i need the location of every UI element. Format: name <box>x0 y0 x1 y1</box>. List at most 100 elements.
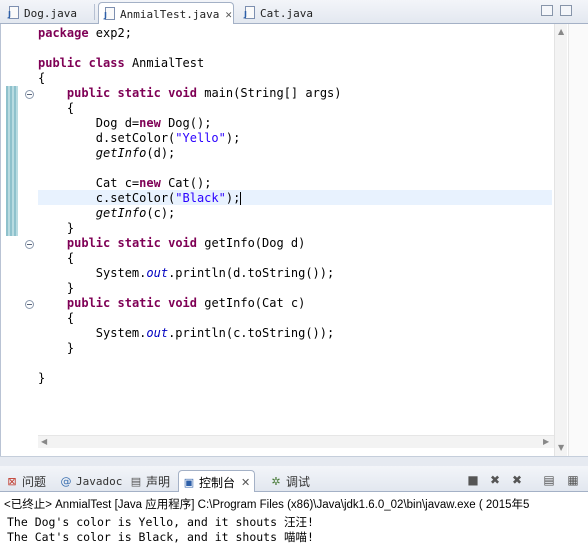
tab-anmialtest-java[interactable]: J AnmialTest.java ✕ <box>98 2 234 25</box>
remove-all-launches-icon[interactable]: ✖ <box>510 473 524 487</box>
code-line[interactable]: Cat c=new Cat(); <box>38 176 342 191</box>
code-token: new <box>139 176 161 190</box>
code-token: } <box>38 371 46 385</box>
code-token: static <box>117 296 161 310</box>
code-line[interactable]: public static void main(String[] args) <box>38 86 342 101</box>
code-line[interactable]: } <box>38 371 342 386</box>
code-token: public <box>66 296 111 310</box>
code-editor[interactable]: package exp2; public class AnmialTest{ p… <box>0 24 588 456</box>
code-line[interactable]: System.out.println(d.toString()); <box>38 266 342 281</box>
code-token: public <box>66 86 111 100</box>
fold-toggle-icon[interactable] <box>25 300 34 309</box>
code-token: exp2; <box>88 26 132 40</box>
horizontal-scrollbar[interactable]: ◀ ▶ <box>38 435 554 448</box>
code-token: Cat(); <box>160 176 212 190</box>
code-line[interactable]: { <box>38 251 342 266</box>
terminate-icon[interactable]: ■ <box>466 473 480 487</box>
tab-label: 问题 <box>22 474 47 489</box>
console-icon: ▣ <box>183 475 195 489</box>
close-tab-icon[interactable]: ✕ <box>225 8 232 21</box>
source-code[interactable]: package exp2; public class AnmialTest{ p… <box>38 26 342 386</box>
code-token: getInfo <box>95 206 147 220</box>
code-line[interactable] <box>38 41 342 56</box>
code-line[interactable]: } <box>38 341 342 356</box>
code-line[interactable]: public static void getInfo(Dog d) <box>38 236 342 251</box>
code-token: getInfo(Dog d) <box>197 236 306 250</box>
code-token: { <box>38 71 46 85</box>
code-token: } <box>38 281 75 295</box>
code-token: static <box>117 236 161 250</box>
code-line[interactable]: } <box>38 221 342 236</box>
tab-declaration[interactable]: ▤ 声明 <box>126 470 170 492</box>
code-line[interactable]: Dog d=new Dog(); <box>38 116 342 131</box>
tab-label: AnmialTest.java <box>120 7 220 21</box>
console-output-line: The Cat's color is Black, and it shouts … <box>7 530 314 544</box>
code-line[interactable]: package exp2; <box>38 26 342 41</box>
sash-divider[interactable] <box>0 456 588 466</box>
tab-console[interactable]: ▣ 控制台 ✕ <box>178 470 256 493</box>
code-token: out <box>146 266 169 280</box>
code-line[interactable]: d.setColor("Yello"); <box>38 131 342 146</box>
declaration-icon: ▤ <box>130 474 142 488</box>
code-line[interactable]: c.setColor("Black"); <box>38 191 342 206</box>
maximize-icon[interactable] <box>560 5 572 16</box>
code-token: Dog(); <box>160 116 212 130</box>
code-line[interactable] <box>38 356 342 371</box>
code-line[interactable]: { <box>38 101 342 116</box>
code-token: AnmialTest <box>124 56 205 70</box>
code-line[interactable]: public class AnmialTest <box>38 56 342 71</box>
code-line[interactable]: { <box>38 311 342 326</box>
fold-toggle-icon[interactable] <box>25 240 34 249</box>
code-line[interactable] <box>38 161 342 176</box>
remove-launch-icon[interactable]: ✖ <box>488 473 502 487</box>
java-file-icon: J <box>104 7 116 21</box>
tab-javadoc[interactable]: @ Javadoc <box>56 470 123 492</box>
minimize-icon[interactable] <box>541 5 553 16</box>
code-line[interactable]: getInfo(c); <box>38 206 342 221</box>
tab-label: Javadoc <box>76 474 123 488</box>
java-file-icon: J <box>8 6 20 20</box>
tab-label: 控制台 <box>199 475 236 490</box>
code-token: Cat c= <box>38 176 140 190</box>
code-line[interactable]: public static void getInfo(Cat c) <box>38 296 342 311</box>
code-line[interactable]: { <box>38 71 342 86</box>
scroll-down-icon[interactable]: ▼ <box>558 443 564 452</box>
tab-label: Cat.java <box>260 6 313 20</box>
tab-cat-java[interactable]: J Cat.java <box>239 2 313 24</box>
code-line[interactable]: getInfo(d); <box>38 146 342 161</box>
editor-tab-bar: J Dog.java J AnmialTest.java ✕ J Cat.jav… <box>0 0 588 25</box>
vertical-scrollbar[interactable]: ▲ ▼ <box>554 24 567 456</box>
fold-toggle-icon[interactable] <box>25 90 34 99</box>
tab-dog-java[interactable]: J Dog.java <box>3 2 77 24</box>
clear-console-icon[interactable]: ▤ <box>542 473 556 487</box>
overview-ruler <box>568 24 588 456</box>
code-token: "Yello" <box>175 131 226 145</box>
code-line[interactable]: } <box>38 281 342 296</box>
javadoc-icon: @ <box>60 474 72 488</box>
scroll-right-icon[interactable]: ▶ <box>543 437 549 446</box>
code-line[interactable]: System.out.println(c.toString()); <box>38 326 342 341</box>
code-token: class <box>88 56 125 70</box>
scroll-left-icon[interactable]: ◀ <box>41 437 47 446</box>
tab-problems[interactable]: ⊠ 问题 <box>2 470 46 492</box>
close-tab-icon[interactable]: ✕ <box>241 476 250 489</box>
code-token: public <box>38 56 82 70</box>
code-token: Dog d= <box>38 116 140 130</box>
code-token: (c); <box>146 206 176 220</box>
code-token: "Black" <box>175 191 226 205</box>
code-token: ); <box>225 191 241 205</box>
code-token: void <box>168 86 197 100</box>
scroll-up-icon[interactable]: ▲ <box>558 27 564 36</box>
console-view[interactable]: <已终止> AnmialTest [Java 应用程序] C:\Program … <box>0 492 588 550</box>
debug-icon: ✲ <box>271 474 281 488</box>
tab-label: 声明 <box>146 474 171 489</box>
scroll-lock-icon[interactable]: ▦ <box>566 473 580 487</box>
tab-debug[interactable]: ✲ 调试 <box>266 470 310 492</box>
